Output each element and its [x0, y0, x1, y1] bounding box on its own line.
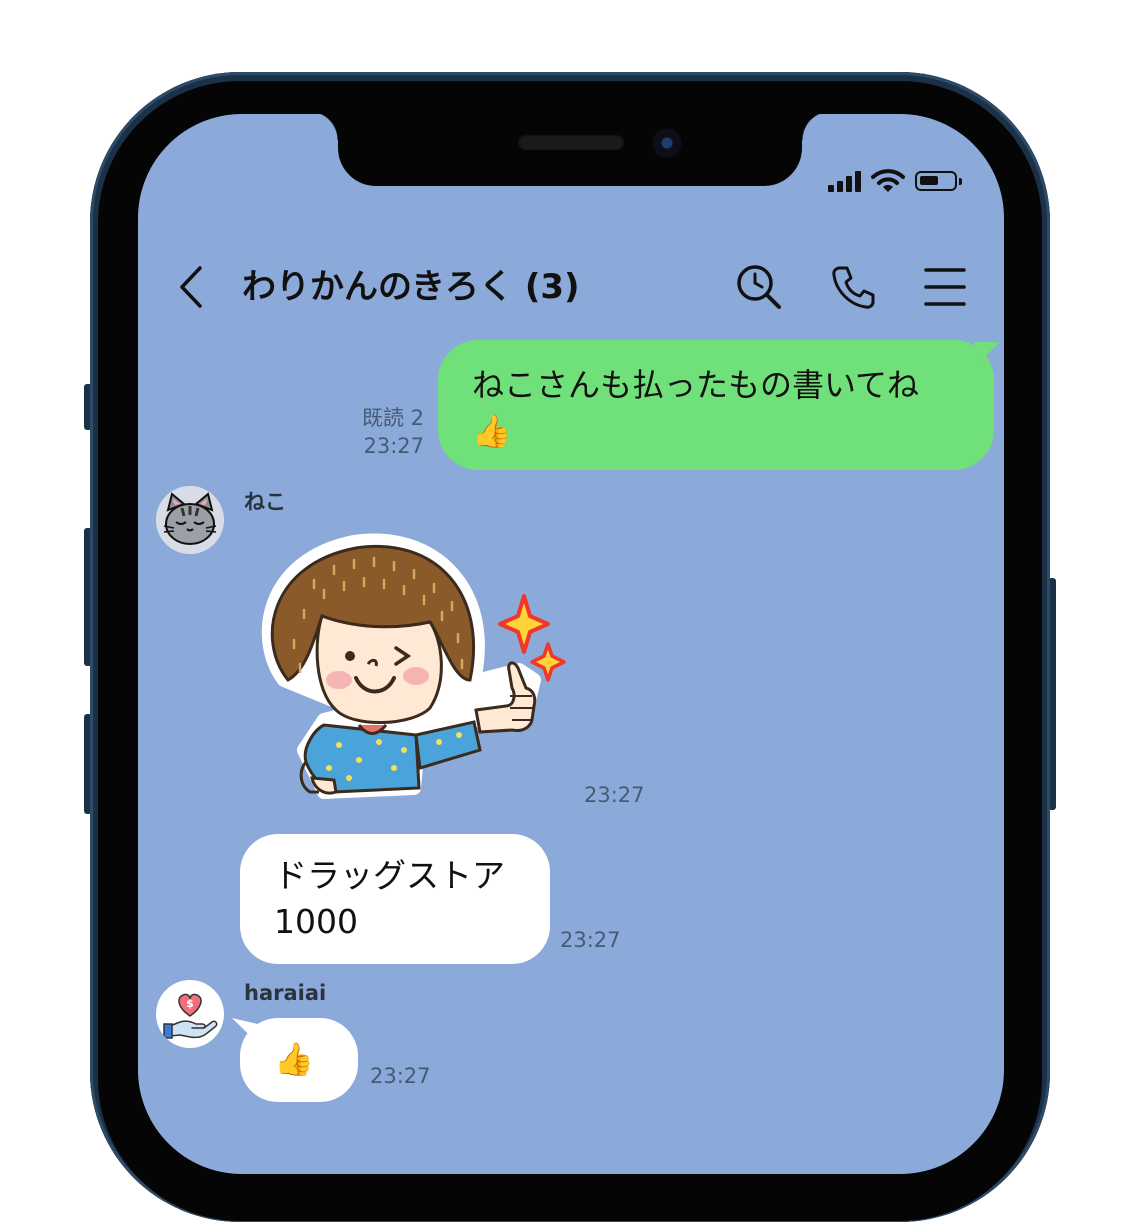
read-receipt: 既読 2 23:27	[340, 404, 424, 460]
message-text-line1: ドラッグストア	[274, 856, 505, 895]
phone-icon[interactable]	[828, 262, 878, 312]
thumbs-up-girl-sticker[interactable]	[244, 530, 574, 815]
menu-icon[interactable]	[920, 262, 970, 312]
message-time: 23:27	[363, 434, 424, 458]
heart-money-hand-icon[interactable]: $	[156, 980, 224, 1048]
sender-name: ねこ	[244, 490, 286, 514]
search-icon[interactable]	[734, 262, 784, 312]
front-camera	[652, 128, 682, 158]
signal-bars-icon	[828, 170, 861, 192]
battery-icon	[915, 171, 962, 191]
read-count: 既読 2	[361, 406, 424, 430]
earpiece-speaker	[518, 134, 624, 150]
wifi-icon	[871, 169, 905, 192]
message-text: ねこさんも払ったもの書いてね	[472, 366, 920, 404]
svg-text:$: $	[186, 997, 194, 1010]
message-time: 23:27	[370, 1064, 431, 1088]
thumbs-up-emoji: 👍	[472, 412, 512, 450]
message-time: 23:27	[560, 928, 621, 952]
thumbs-up-emoji: 👍	[274, 1040, 314, 1078]
chevron-left-icon[interactable]	[170, 262, 220, 312]
chat-title[interactable]: わりかんのきろく (3)	[242, 262, 580, 312]
message-time: 23:27	[584, 783, 645, 807]
incoming-message-bubble[interactable]: ドラッグストア 1000	[240, 834, 550, 964]
cat-avatar-icon[interactable]	[156, 486, 224, 554]
sender-name: haraiai	[244, 981, 327, 1005]
incoming-message-bubble[interactable]: 👍	[240, 1018, 358, 1102]
outgoing-message-bubble[interactable]: ねこさんも払ったもの書いてね 👍	[438, 340, 994, 470]
message-text-line2: 1000	[274, 902, 358, 941]
status-bar	[828, 166, 962, 196]
